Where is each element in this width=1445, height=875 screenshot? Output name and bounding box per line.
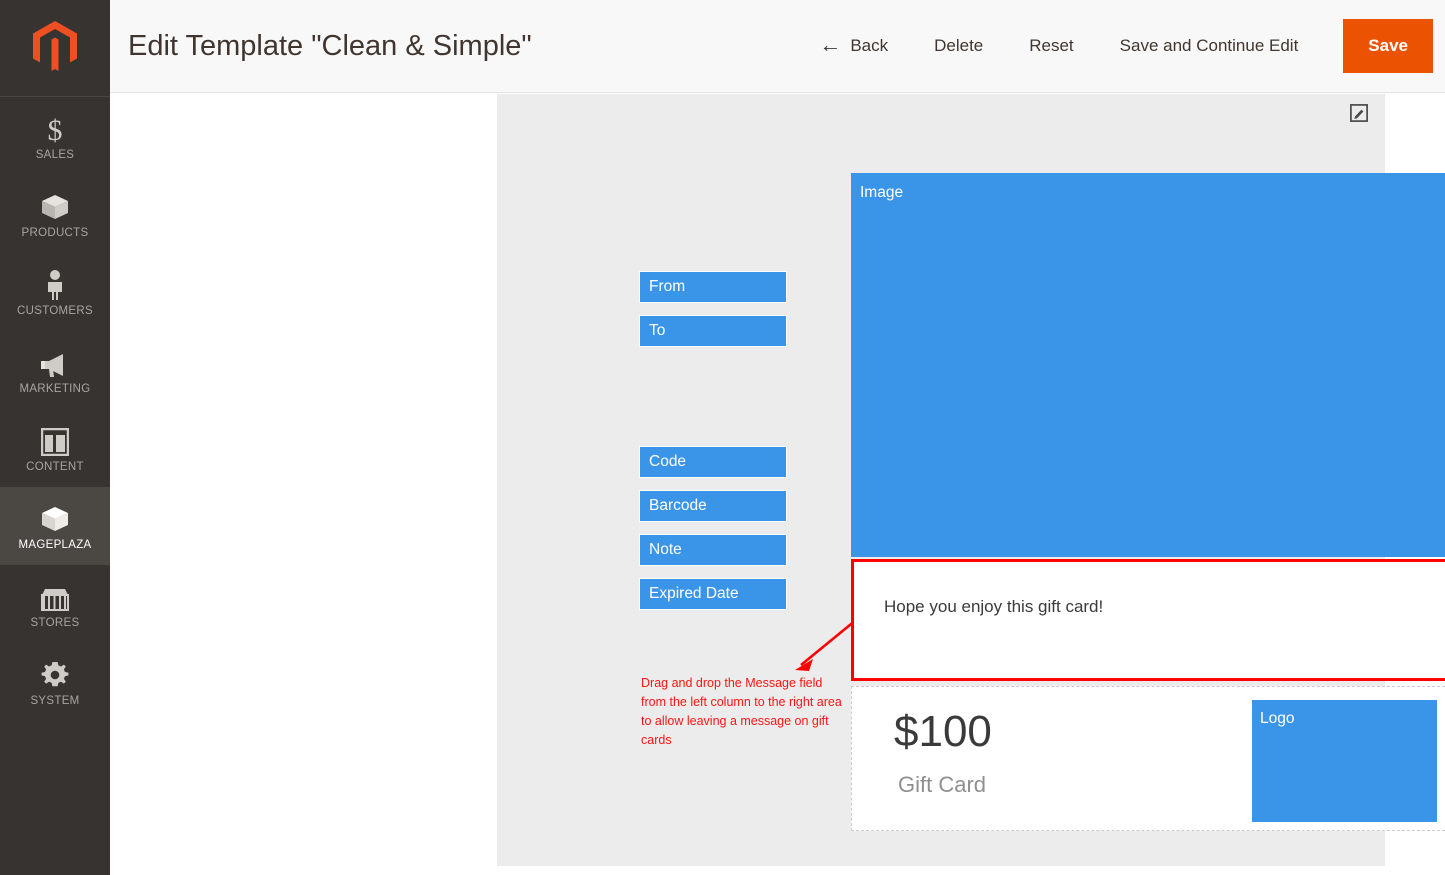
layout-icon: [41, 424, 69, 456]
preview-message-text: Hope you enjoy this gift card!: [884, 597, 1104, 616]
field-chip-from[interactable]: From: [639, 271, 787, 303]
back-arrow-icon: ←: [819, 32, 842, 57]
header-actions: ← Back Delete Reset Save and Continue Ed…: [796, 0, 1445, 92]
field-chip-note[interactable]: Note: [639, 534, 787, 566]
box-icon: [40, 502, 70, 534]
sidebar-item-label: MAGEPLAZA: [18, 538, 92, 551]
sidebar-item-customers[interactable]: CUSTOMERS: [0, 253, 110, 331]
preview-logo-block[interactable]: Logo: [1252, 700, 1437, 822]
sidebar-item-label: STORES: [30, 616, 80, 629]
sidebar-item-stores[interactable]: STORES: [0, 565, 110, 643]
sidebar-item-system[interactable]: SYSTEM: [0, 643, 110, 721]
template-preview-drop-zone[interactable]: Image Hope you enjoy this gift card! $10…: [851, 173, 1445, 835]
delete-button[interactable]: Delete: [911, 36, 1006, 56]
preview-image-block[interactable]: Image: [851, 173, 1445, 557]
preview-amount-block[interactable]: $100 Gift Card Logo: [851, 686, 1445, 831]
preview-logo-label: Logo: [1260, 710, 1295, 727]
page-header: Edit Template "Clean & Simple" ← Back De…: [110, 0, 1445, 93]
page-title: Edit Template "Clean & Simple": [128, 29, 532, 62]
person-icon: [44, 268, 66, 300]
preview-amount-caption: Gift Card: [898, 772, 987, 797]
sidebar-item-label: SALES: [35, 148, 75, 161]
save-and-continue-edit-label: Save and Continue Edit: [1119, 36, 1299, 55]
sidebar-item-products[interactable]: PRODUCTS: [0, 175, 110, 253]
reset-button-label: Reset: [1029, 36, 1074, 55]
sidebar-item-content[interactable]: CONTENT: [0, 409, 110, 487]
storefront-icon: [40, 580, 70, 612]
sidebar-item-label: MARKETING: [19, 382, 91, 395]
main-content: From To Code Barcode Note Expired Date D…: [110, 94, 1445, 875]
magento-logo[interactable]: [0, 0, 110, 97]
field-chip-expired-date[interactable]: Expired Date: [639, 578, 787, 610]
edit-pencil-square-icon[interactable]: [1350, 104, 1368, 122]
sidebar-item-mageplaza[interactable]: MAGEPLAZA: [0, 487, 110, 565]
field-chip-barcode[interactable]: Barcode: [639, 490, 787, 522]
sidebar-item-label: PRODUCTS: [21, 226, 89, 239]
delete-button-label: Delete: [934, 36, 984, 55]
sidebar-item-label: CUSTOMERS: [17, 304, 93, 317]
sidebar-item-label: CONTENT: [26, 460, 84, 473]
back-button-label: Back: [850, 36, 889, 55]
preview-image-label: Image: [860, 184, 904, 201]
back-button[interactable]: ← Back: [796, 32, 911, 57]
gear-icon: [40, 658, 70, 690]
save-button[interactable]: Save: [1343, 19, 1433, 73]
admin-sidebar: $ SALES PRODUCTS CUSTOMERS MARKETING CON…: [0, 0, 110, 875]
preview-message-block[interactable]: Hope you enjoy this gift card!: [851, 559, 1445, 681]
reset-button[interactable]: Reset: [1006, 36, 1096, 56]
sidebar-item-marketing[interactable]: MARKETING: [0, 331, 110, 409]
field-chip-code[interactable]: Code: [639, 446, 787, 478]
field-palette-column: From To Code Barcode Note Expired Date D…: [639, 94, 868, 866]
drag-drop-hint-text: Drag and drop the Message field from the…: [641, 676, 842, 747]
magento-logo-icon: [33, 20, 77, 76]
field-chip-to[interactable]: To: [639, 315, 787, 347]
preview-amount-value: $100: [894, 707, 992, 756]
dollar-icon: $: [42, 112, 68, 144]
save-and-continue-edit-button[interactable]: Save and Continue Edit: [1097, 36, 1322, 56]
template-designer-canvas: From To Code Barcode Note Expired Date D…: [497, 94, 1445, 866]
sidebar-item-label: SYSTEM: [30, 694, 80, 707]
box-icon: [40, 190, 70, 222]
sidebar-item-sales[interactable]: $ SALES: [0, 97, 110, 175]
megaphone-icon: [40, 346, 70, 378]
svg-text:$: $: [48, 114, 63, 144]
